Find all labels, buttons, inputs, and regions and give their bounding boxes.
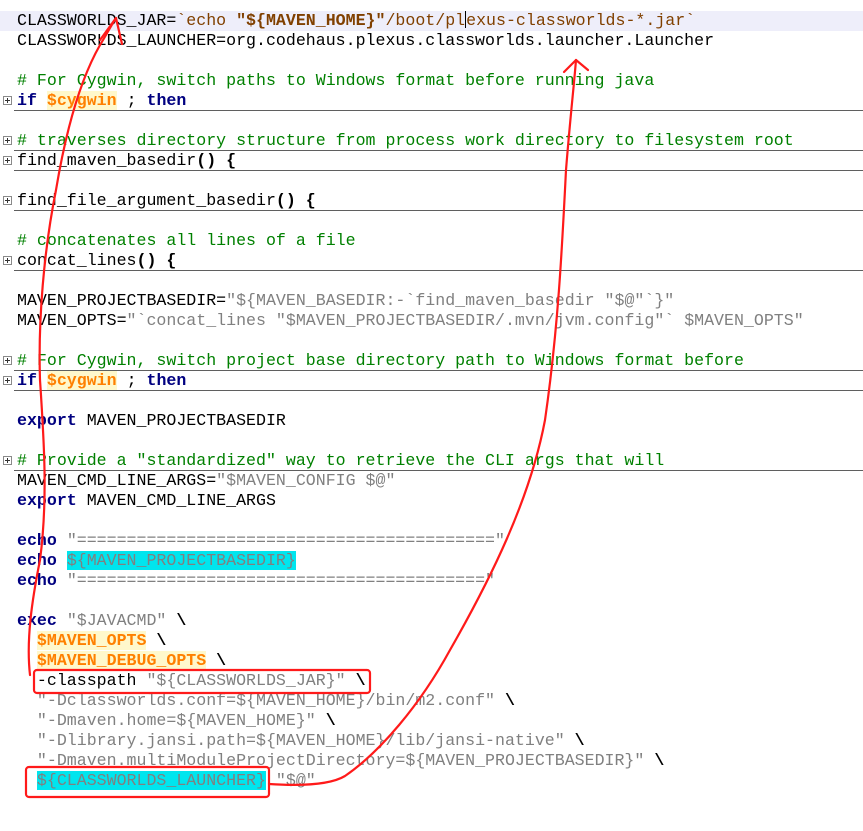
launcher-highlight-box xyxy=(24,765,271,799)
arrow-to-classworlds-jar xyxy=(27,16,118,677)
arrow-to-launcher-definition xyxy=(267,58,578,786)
code-editor[interactable]: CLASSWORLDS_JAR=`echo "${MAVEN_HOME}"/bo… xyxy=(0,0,863,804)
annotation-overlay xyxy=(24,16,590,799)
annotation-group xyxy=(24,16,590,799)
classpath-highlight-box xyxy=(32,668,372,695)
